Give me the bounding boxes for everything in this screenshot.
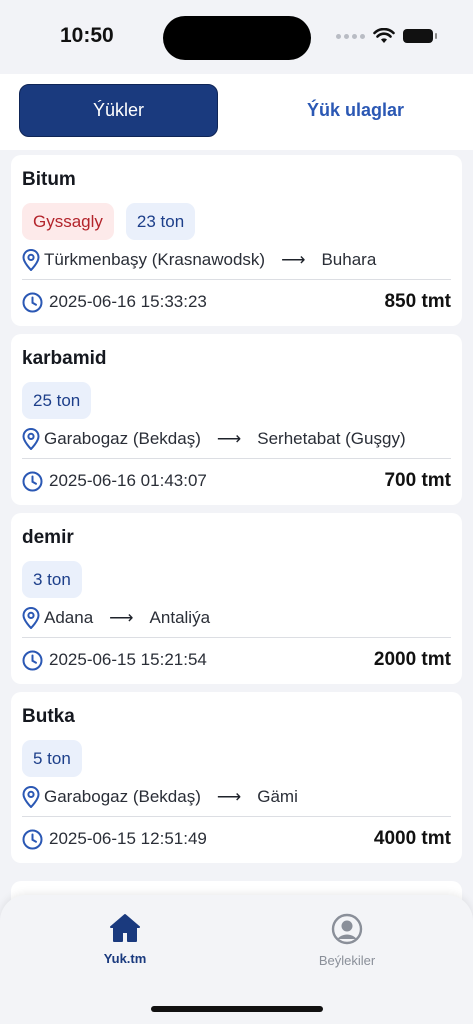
bottom-nav: Yuk.tm Beýlekiler [0, 895, 473, 1024]
nav-home[interactable]: Yuk.tm [65, 913, 185, 966]
card-meta: 2025-06-15 15:21:54 2000 tmt [22, 638, 451, 684]
battery-icon [403, 29, 437, 43]
tab-loads[interactable]: Ýükler [19, 84, 218, 137]
posted-datetime: 2025-06-16 01:43:07 [49, 471, 207, 490]
tabs-bar: Ýükler Ýük ulaglar [0, 74, 473, 150]
cargo-title: demir [22, 527, 74, 548]
clock-icon [22, 650, 43, 671]
dynamic-island [163, 16, 311, 60]
route-to: Antaliýa [149, 608, 211, 627]
route-from: Adana [44, 608, 94, 627]
location-pin-icon [22, 786, 40, 808]
card-meta: 2025-06-16 01:43:07 700 tmt [22, 459, 451, 505]
weight-badge: 25 ton [22, 382, 92, 419]
weight-badge: 3 ton [22, 561, 82, 598]
tag-row: Gyssagly 23 ton [22, 199, 451, 245]
cargo-title: Butka [22, 706, 75, 727]
route-from: Türkmenbaşy (Krasnawodsk) [44, 250, 266, 269]
price: 4000 tmt [373, 828, 451, 849]
clock-icon [22, 471, 43, 492]
nav-others-label: Beýlekiler [318, 953, 376, 968]
route-to: Gämi [257, 787, 298, 806]
route: Adana ⟶ Antaliýa [22, 603, 451, 633]
weight-badge: 23 ton [125, 203, 196, 240]
route-arrow: ⟶ [216, 787, 242, 806]
route-from: Garabogaz (Bekdaş) [44, 787, 201, 806]
route: Garabogaz (Bekdaş) ⟶ Gämi [22, 782, 451, 812]
cargo-title: karbamid [22, 348, 107, 369]
price: 700 tmt [384, 470, 451, 491]
route-arrow: ⟶ [109, 608, 134, 627]
user-circle-icon [331, 913, 363, 945]
cargo-list: Bitum Gyssagly 23 ton Türkmenbaşy (Krasn… [11, 155, 462, 871]
route: Garabogaz (Bekdaş) ⟶ Serhetabat (Guşgy) [22, 424, 451, 454]
tag-row: 3 ton [22, 557, 451, 603]
route-to: Serhetabat (Guşgy) [257, 429, 406, 448]
list-item[interactable]: karbamid 25 ton Garabogaz (Bekdaş) ⟶ Ser… [11, 334, 462, 505]
status-icons [336, 28, 437, 44]
price: 850 tmt [384, 291, 451, 312]
clock-icon [22, 292, 43, 313]
home-icon [110, 914, 140, 942]
cellular-signal-icon [336, 33, 365, 39]
tag-row: 25 ton [22, 378, 451, 424]
posted-datetime: 2025-06-15 15:21:54 [49, 650, 207, 669]
wifi-icon [373, 28, 395, 43]
weight-badge: 5 ton [22, 740, 82, 777]
posted-datetime: 2025-06-16 15:33:23 [49, 292, 207, 311]
price: 2000 tmt [373, 649, 451, 670]
posted-datetime: 2025-06-15 12:51:49 [49, 829, 207, 848]
nav-home-label: Yuk.tm [103, 951, 147, 966]
nav-others[interactable]: Beýlekiler [287, 913, 407, 968]
route: Türkmenbaşy (Krasnawodsk) ⟶ Buhara [22, 245, 451, 275]
status-time: 10:50 [60, 24, 114, 47]
card-meta: 2025-06-15 12:51:49 4000 tmt [22, 817, 451, 863]
route-arrow: ⟶ [281, 250, 306, 269]
location-pin-icon [22, 607, 40, 629]
clock-icon [22, 829, 43, 850]
urgent-badge: Gyssagly [22, 203, 114, 240]
list-item[interactable]: Butka 5 ton Garabogaz (Bekdaş) ⟶ Gämi 20… [11, 692, 462, 863]
route-to: Buhara [321, 250, 377, 269]
cargo-title: Bitum [22, 169, 76, 190]
tag-row: 5 ton [22, 736, 451, 782]
list-item[interactable]: demir 3 ton Adana ⟶ Antaliýa 2025-06-15 … [11, 513, 462, 684]
route-from: Garabogaz (Bekdaş) [44, 429, 201, 448]
home-indicator [151, 1006, 323, 1012]
route-arrow: ⟶ [216, 429, 242, 448]
card-meta: 2025-06-16 15:33:23 850 tmt [22, 280, 451, 326]
tab-vehicles[interactable]: Ýük ulaglar [256, 84, 455, 137]
list-item[interactable]: Bitum Gyssagly 23 ton Türkmenbaşy (Krasn… [11, 155, 462, 326]
location-pin-icon [22, 249, 40, 271]
status-bar: 10:50 [0, 0, 473, 74]
location-pin-icon [22, 428, 40, 450]
